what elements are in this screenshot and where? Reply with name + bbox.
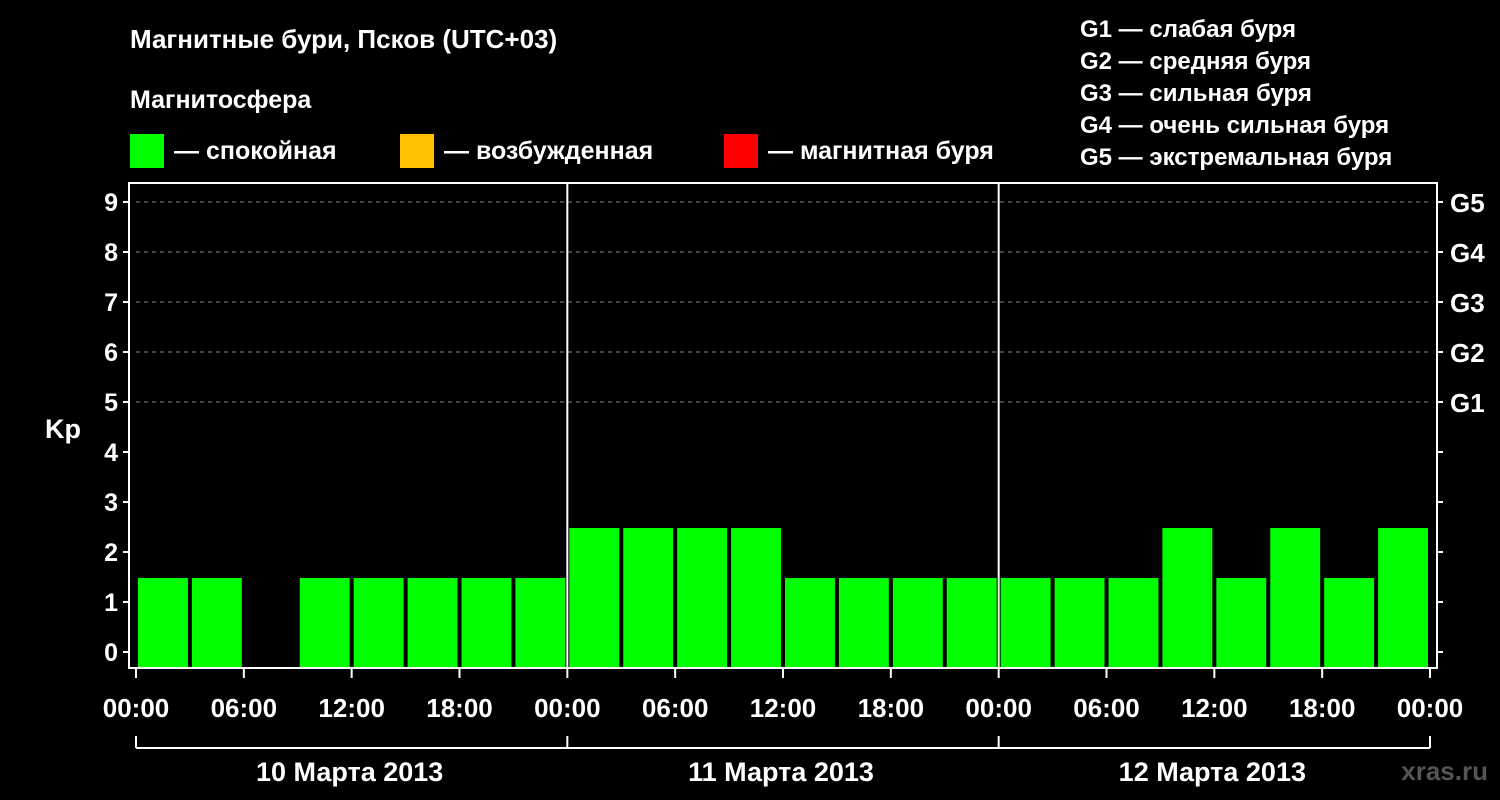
bar-21 — [1270, 528, 1321, 668]
bar-19 — [1162, 528, 1213, 668]
bar-6 — [461, 578, 512, 668]
kp-bar-chart: 0 1 2 3 4 5 6 7 8 9 G1 G2 G3 G4 G5 Kp 00:00 06:00 12:00 18:… — [45, 182, 1485, 787]
y-tick-label-1: 1 — [104, 589, 118, 617]
g-label-G2: G2 — [1450, 338, 1485, 368]
bar-10 — [677, 528, 728, 668]
bar-18 — [1108, 578, 1159, 668]
day-label-1: 11 Марта 2013 — [688, 757, 874, 787]
bar-12 — [785, 578, 835, 668]
y-tick-label-0: 0 — [104, 639, 118, 667]
x-tick-label-11: 18:00 — [1289, 693, 1356, 723]
g-label-G3: G3 — [1450, 288, 1485, 318]
y-tick-label-7: 7 — [104, 289, 118, 317]
x-tick-label-0: 00:00 — [103, 693, 170, 723]
y-tick-label-4: 4 — [104, 439, 118, 467]
bar-23 — [1378, 528, 1428, 668]
bar-8 — [569, 528, 620, 668]
y-tick-label-6: 6 — [104, 339, 118, 367]
bars-group — [138, 528, 1428, 668]
bar-5 — [407, 578, 458, 668]
g-label-G5: G5 — [1450, 188, 1485, 218]
x-tick-label-6: 12:00 — [750, 693, 817, 723]
bar-13 — [838, 578, 889, 668]
x-tick-label-2: 12:00 — [318, 693, 385, 723]
y-tick-label-2: 2 — [104, 539, 118, 567]
bar-15 — [946, 578, 997, 668]
y-tick-label-9: 9 — [104, 189, 118, 217]
day-label-2: 12 Марта 2013 — [1119, 757, 1306, 787]
x-tick-label-1: 06:00 — [211, 693, 278, 723]
grid-lines — [136, 201, 1430, 403]
bar-0 — [138, 578, 188, 668]
g-label-G4: G4 — [1450, 238, 1485, 268]
x-tick-label-5: 06:00 — [642, 693, 709, 723]
bar-22 — [1324, 578, 1375, 668]
bar-20 — [1216, 578, 1267, 668]
y-tick-label-5: 5 — [104, 389, 118, 417]
bar-16 — [1000, 578, 1051, 668]
y-tick-label-8: 8 — [104, 239, 118, 267]
g-label-G1: G1 — [1450, 388, 1485, 418]
bar-9 — [623, 528, 674, 668]
x-tick-label-10: 12:00 — [1181, 693, 1248, 723]
x-tick-label-4: 00:00 — [534, 693, 601, 723]
x-tick-label-8: 00:00 — [965, 693, 1032, 723]
bar-7 — [515, 578, 566, 668]
day-label-0: 10 Марта 2013 — [256, 757, 443, 787]
bar-3 — [299, 578, 350, 668]
x-tick-label-12: 00:00 — [1397, 693, 1464, 723]
y-axis-label: Kp — [45, 414, 81, 444]
labels-group: 0 1 2 3 4 5 6 7 8 9 G1 G2 G3 G4 G5 Kp 00:00 06:00 12:00 18:… — [45, 188, 1485, 787]
x-tick-label-9: 06:00 — [1073, 693, 1140, 723]
site-watermark: xras.ru — [1401, 756, 1488, 786]
x-tick-label-7: 18:00 — [858, 693, 925, 723]
x-tick-label-3: 18:00 — [426, 693, 493, 723]
bar-11 — [731, 528, 781, 668]
bar-1 — [191, 578, 242, 668]
bar-14 — [892, 578, 943, 668]
bar-4 — [353, 578, 404, 668]
bar-17 — [1054, 578, 1105, 668]
y-tick-label-3: 3 — [104, 489, 118, 517]
